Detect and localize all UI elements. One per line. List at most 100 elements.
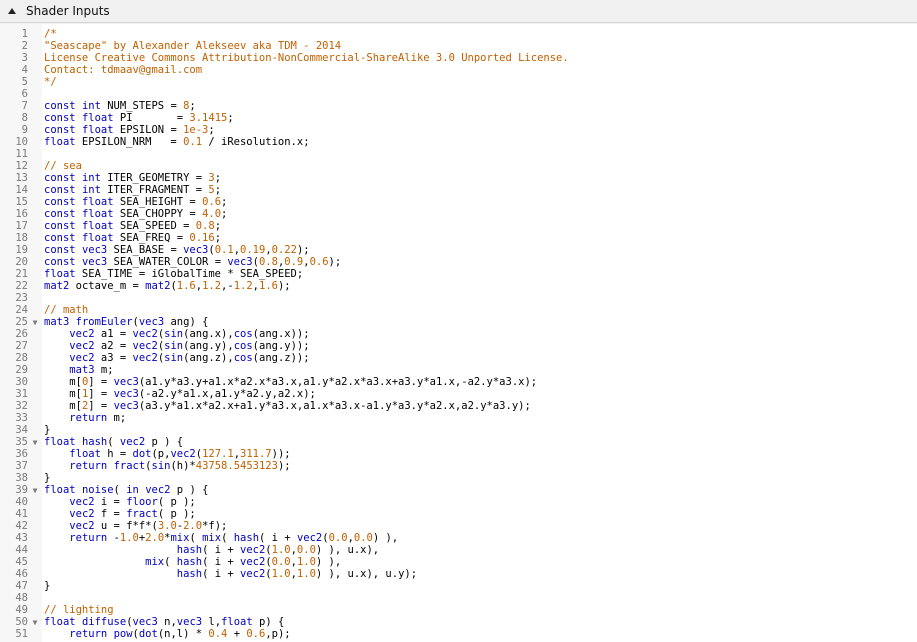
line-number: 50 <box>15 616 28 628</box>
code-text: mix( hash( i + vec2(0.0,1.0) ), <box>145 556 342 568</box>
code-line[interactable]: 22 mat2 octave_m = mat2(1.6,1.2,-1.2,1.6)… <box>0 280 569 292</box>
line-number: 48 <box>15 592 28 604</box>
line-number: 33 <box>15 412 28 424</box>
line-number: 6 <box>21 88 28 100</box>
code-line[interactable]: 38} <box>0 472 569 484</box>
code-text: Contact: tdmaav@gmail.com <box>44 64 203 76</box>
code-text: mat3 fromEuler(vec3 ang) { <box>44 316 209 328</box>
line-number: 11 <box>15 148 28 160</box>
code-line[interactable]: 20 const vec3 SEA_WATER_COLOR = vec3(0.8,… <box>0 256 569 268</box>
code-line[interactable]: 30 m[0] = vec3(a1.y*a3.y+a1.x*a2.x*a3.x,… <box>0 376 569 388</box>
code-line[interactable]: 42 vec2 u = f*f*(3.0-2.0*f); <box>0 520 569 532</box>
code-text: vec2 u = f*f*(3.0-2.0*f); <box>69 520 228 532</box>
code-text: float noise( in vec2 p ) { <box>44 484 209 496</box>
code-editor[interactable]: 1 /* 2 "Seascape" by Alexander Alekseev aka… <box>0 24 917 642</box>
code-line[interactable]: 50 ▼ float diffuse(vec3 n,vec3 l,float p) … <box>0 616 569 628</box>
line-number: 10 <box>15 136 28 148</box>
code-text: const float SEA_SPEED = 0.8; <box>44 220 222 232</box>
code-line[interactable]: 11 <box>0 148 569 160</box>
code-line[interactable]: 9 const float EPSILON = 1e-3; <box>0 124 569 136</box>
code-text: hash( i + vec2(1.0,1.0) ), u.x), u.y); <box>176 568 418 580</box>
code-line[interactable]: 3 License Creative Commons Attribution-No… <box>0 52 569 64</box>
code-text: License Creative Commons Attribution-Non… <box>44 52 569 64</box>
code-line[interactable]: 49 // lighting <box>0 604 569 616</box>
code-line[interactable]: 51 return pow(dot(n,l) * 0.4 + 0.6,p); <box>0 628 569 640</box>
code-line[interactable]: 33 return m; <box>0 412 569 424</box>
code-line[interactable]: 31 m[1] = vec3(-a2.y*a1.x,a1.y*a2.y,a2.x… <box>0 388 569 400</box>
code-text: float hash( vec2 p ) { <box>44 436 184 448</box>
code-line[interactable]: 40 vec2 i = floor( p ); <box>0 496 569 508</box>
code-line[interactable]: 26 vec2 a1 = vec2(sin(ang.x),cos(ang.x))… <box>0 328 569 340</box>
code-line[interactable]: 43 return -1.0+2.0*mix( mix( hash( i + v… <box>0 532 569 544</box>
code-text: mat2 octave_m = mat2(1.6,1.2,-1.2,1.6); <box>44 280 291 292</box>
line-number: 34 <box>15 424 28 436</box>
code-line[interactable]: 46 hash( i + vec2(1.0,1.0) ), u.x), u.y)… <box>0 568 569 580</box>
code-line[interactable]: 39 ▼ float noise( in vec2 p ) { <box>0 484 569 496</box>
code-line[interactable]: 41 vec2 f = fract( p ); <box>0 508 569 520</box>
line-number: 14 <box>15 184 28 196</box>
code-text: float EPSILON_NRM = 0.1 / iResolution.x; <box>44 136 310 148</box>
code-line[interactable]: 48 <box>0 592 569 604</box>
code-line[interactable]: 19 const vec3 SEA_BASE = vec3(0.1,0.19,0.… <box>0 244 569 256</box>
triangle-up-icon[interactable] <box>8 8 16 14</box>
code-text: const float SEA_FREQ = 0.16; <box>44 232 222 244</box>
code-line[interactable]: 13 const int ITER_GEOMETRY = 3; <box>0 172 569 184</box>
code-line[interactable]: 23 <box>0 292 569 304</box>
line-number: 1 <box>21 28 28 40</box>
code-text: // sea <box>44 160 82 172</box>
code-line[interactable]: 27 vec2 a2 = vec2(sin(ang.y),cos(ang.y))… <box>0 340 569 352</box>
panel-header[interactable]: Shader Inputs <box>0 0 917 23</box>
code-line[interactable]: 15 const float SEA_HEIGHT = 0.6; <box>0 196 569 208</box>
code-line[interactable]: 10 float EPSILON_NRM = 0.1 / iResolution.… <box>0 136 569 148</box>
code-lines: 1 /* 2 "Seascape" by Alexander Alekseev aka… <box>0 28 569 640</box>
code-line[interactable]: 28 vec2 a3 = vec2(sin(ang.z),cos(ang.z))… <box>0 352 569 364</box>
code-text: } <box>44 580 51 592</box>
code-line[interactable]: 32 m[2] = vec3(a3.y*a1.x*a2.x+a1.y*a3.x,… <box>0 400 569 412</box>
line-number: 19 <box>15 244 28 256</box>
code-line[interactable]: 47} <box>0 580 569 592</box>
code-line[interactable]: 29 mat3 m; <box>0 364 569 376</box>
code-line[interactable]: 25 ▼ mat3 fromEuler(vec3 ang) { <box>0 316 569 328</box>
line-number: 17 <box>15 220 28 232</box>
code-line[interactable]: 2 "Seascape" by Alexander Alekseev aka TD… <box>0 40 569 52</box>
line-number: 21 <box>15 268 28 280</box>
code-line[interactable]: 37 return fract(sin(h)*43758.5453123); <box>0 460 569 472</box>
code-line[interactable]: 6 <box>0 88 569 100</box>
code-text: const float SEA_HEIGHT = 0.6; <box>44 196 228 208</box>
line-number: 13 <box>15 172 28 184</box>
code-text: m[1] = vec3(-a2.y*a1.x,a1.y*a2.y,a2.x); <box>44 388 316 400</box>
code-line[interactable]: 14 const int ITER_FRAGMENT = 5; <box>0 184 569 196</box>
code-text: m[2] = vec3(a3.y*a1.x*a2.x+a1.y*a3.x,a1.… <box>44 400 531 412</box>
line-number: 37 <box>15 460 28 472</box>
line-number: 46 <box>15 568 28 580</box>
code-line[interactable]: 44 hash( i + vec2(1.0,0.0) ), u.x), <box>0 544 569 556</box>
line-number: 4 <box>21 64 28 76</box>
line-number: 45 <box>15 556 28 568</box>
code-line[interactable]: 21 float SEA_TIME = iGlobalTime * SEA_SPE… <box>0 268 569 280</box>
code-text: */ <box>44 76 57 88</box>
code-line[interactable]: 12 // sea <box>0 160 569 172</box>
code-text: const vec3 SEA_WATER_COLOR = vec3(0.8,0.… <box>44 256 342 268</box>
code-line[interactable]: 18 const float SEA_FREQ = 0.16; <box>0 232 569 244</box>
code-line[interactable]: 1 /* <box>0 28 569 40</box>
line-number: 41 <box>15 508 28 520</box>
code-line[interactable]: 16 const float SEA_CHOPPY = 4.0; <box>0 208 569 220</box>
line-number: 22 <box>15 280 28 292</box>
line-number: 51 <box>15 628 28 640</box>
code-line[interactable]: 5 */ <box>0 76 569 88</box>
code-text: const int NUM_STEPS = 8; <box>44 100 196 112</box>
line-number: 7 <box>21 100 28 112</box>
code-text: hash( i + vec2(1.0,0.0) ), u.x), <box>176 544 380 556</box>
code-line[interactable]: 4 Contact: tdmaav@gmail.com <box>0 64 569 76</box>
code-line[interactable]: 34} <box>0 424 569 436</box>
line-number: 43 <box>15 532 28 544</box>
code-line[interactable]: 17 const float SEA_SPEED = 0.8; <box>0 220 569 232</box>
code-line[interactable]: 8 const float PI = 3.1415; <box>0 112 569 124</box>
code-line[interactable]: 35 ▼ float hash( vec2 p ) { <box>0 436 569 448</box>
code-line[interactable]: 24 // math <box>0 304 569 316</box>
code-line[interactable]: 7 const int NUM_STEPS = 8; <box>0 100 569 112</box>
code-line[interactable]: 45 mix( hash( i + vec2(0.0,1.0) ), <box>0 556 569 568</box>
code-text: const float EPSILON = 1e-3; <box>44 124 215 136</box>
code-line[interactable]: 36 float h = dot(p,vec2(127.1,311.7)); <box>0 448 569 460</box>
code-text: vec2 i = floor( p ); <box>69 496 196 508</box>
